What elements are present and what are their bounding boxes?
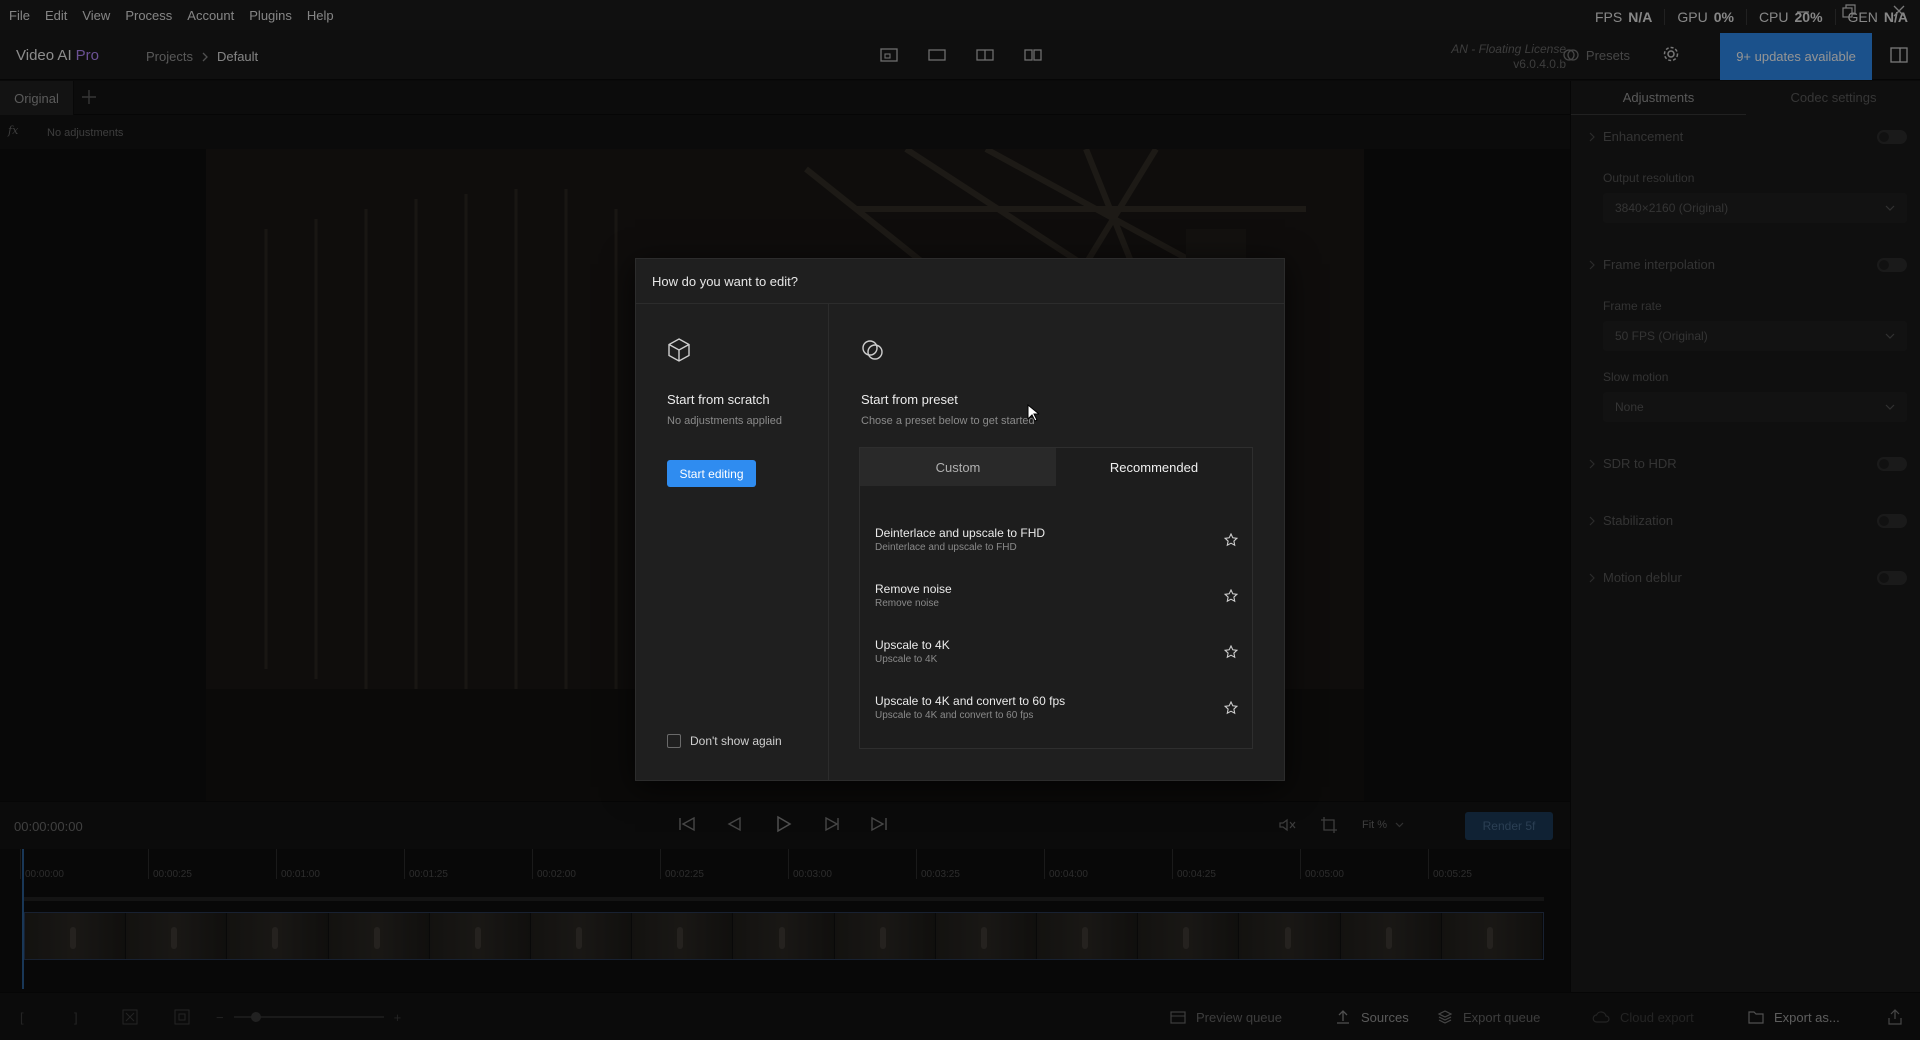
tab-custom[interactable]: Custom	[860, 448, 1056, 486]
dialog-title: How do you want to edit?	[652, 274, 798, 289]
preset-item[interactable]: Remove noise Remove noise	[860, 574, 1252, 624]
preset-item[interactable]: Deinterlace and upscale to FHD Deinterla…	[860, 518, 1252, 568]
scratch-title: Start from scratch	[667, 392, 770, 407]
dialog-divider	[636, 303, 1284, 304]
edit-mode-dialog: How do you want to edit? Start from scra…	[635, 258, 1285, 781]
presets-icon	[860, 337, 886, 363]
star-icon[interactable]	[1224, 589, 1238, 603]
cube-icon	[666, 337, 692, 363]
preset-name: Upscale to 4K and convert to 60 fps	[875, 694, 1066, 708]
preset-name: Remove noise	[875, 582, 952, 596]
start-editing-button[interactable]: Start editing	[667, 460, 756, 487]
scratch-subtitle: No adjustments applied	[667, 415, 782, 427]
preset-description: Upscale to 4K	[875, 654, 938, 665]
preset-list-box: Custom Recommended Deinterlace and upsca…	[859, 447, 1253, 749]
dont-show-checkbox[interactable]	[667, 734, 681, 748]
preset-description: Remove noise	[875, 598, 939, 609]
preset-subtitle: Chose a preset below to get started	[861, 415, 1035, 427]
star-icon[interactable]	[1224, 701, 1238, 715]
preset-title: Start from preset	[861, 392, 958, 407]
preset-description: Deinterlace and upscale to FHD	[875, 542, 1017, 553]
dialog-column-divider	[828, 304, 829, 780]
mouse-cursor-icon	[1027, 404, 1039, 422]
star-icon[interactable]	[1224, 533, 1238, 547]
preset-name: Deinterlace and upscale to FHD	[875, 526, 1046, 540]
preset-description: Upscale to 4K and convert to 60 fps	[875, 710, 1034, 721]
dont-show-label: Don't show again	[690, 734, 782, 748]
dont-show-again[interactable]: Don't show again	[667, 734, 782, 748]
star-icon[interactable]	[1224, 645, 1238, 659]
preset-tabs: Custom Recommended	[860, 448, 1252, 486]
preset-item[interactable]: Upscale to 4K and convert to 60 fps Upsc…	[860, 686, 1252, 736]
tab-recommended[interactable]: Recommended	[1056, 448, 1252, 486]
preset-item[interactable]: Upscale to 4K Upscale to 4K	[860, 630, 1252, 680]
preset-name: Upscale to 4K	[875, 638, 950, 652]
